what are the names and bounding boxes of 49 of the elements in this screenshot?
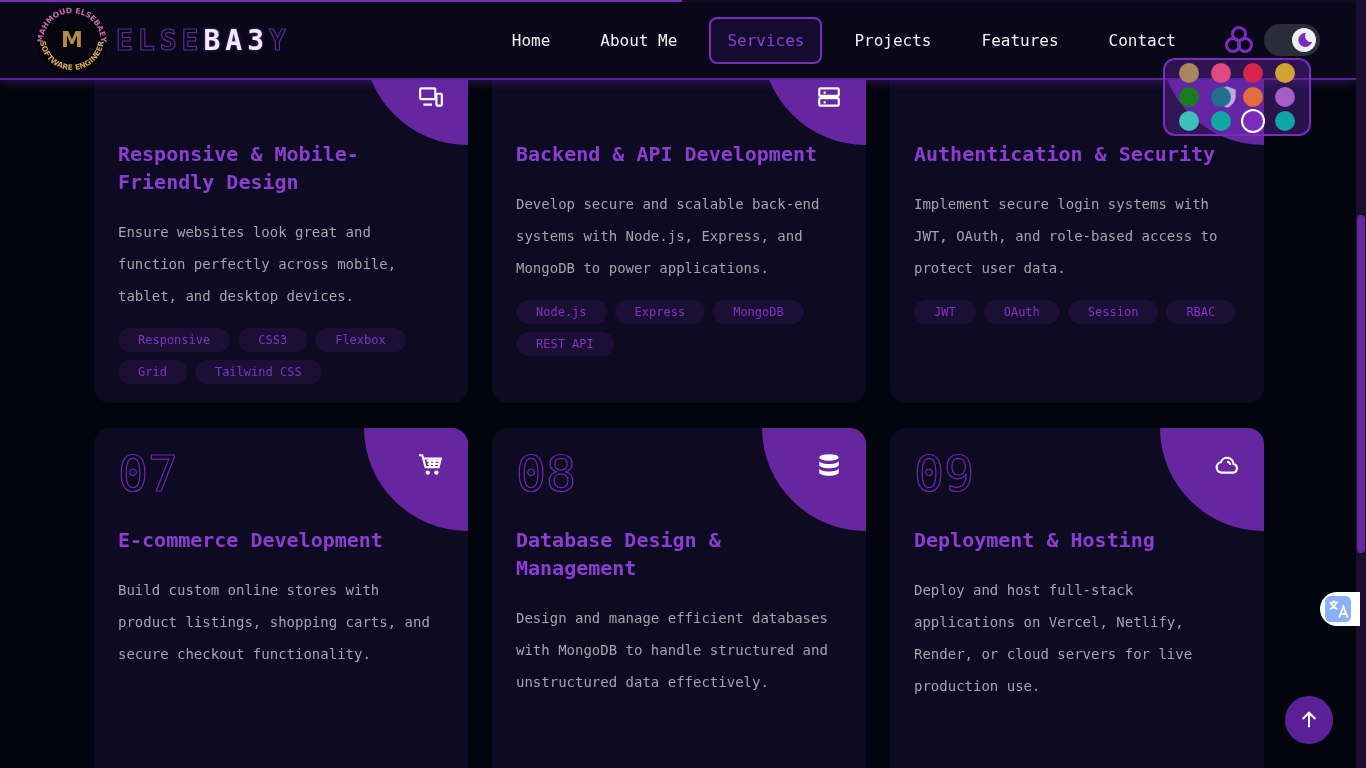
brand-text: BA3 xyxy=(203,23,269,57)
tech-tag: Node.js xyxy=(516,300,607,324)
tech-tag: Session xyxy=(1067,300,1159,324)
brand-text: ELSE xyxy=(116,23,204,57)
tech-tag: OAuth xyxy=(983,300,1060,324)
service-title: Authentication & Security xyxy=(914,141,1217,168)
service-description: Build custom online stores with product listings, shopping carts, and secure checkout functionality. xyxy=(118,581,431,664)
service-title: E-commerce Development xyxy=(118,527,384,554)
tech-tag: MongoDB xyxy=(713,300,804,324)
tech-tag: Tailwind CSS xyxy=(194,360,322,384)
service-description: Ensure websites look great and function perfectly across mobile, tablet, and desktop devices. xyxy=(118,223,398,306)
tech-tag: CSS3 xyxy=(238,328,308,352)
tech-tag: JWT xyxy=(914,300,976,324)
service-title: Database Design & Management xyxy=(516,527,722,582)
service-description: Develop secure and scalable back-end systems with Node.js, Express, and MongoDB to power applications. xyxy=(516,195,821,278)
devices-icon xyxy=(418,84,444,110)
brand-text: Y xyxy=(269,23,291,57)
service-number: 09 xyxy=(914,444,975,504)
server-icon xyxy=(816,84,842,110)
nav-link[interactable]: About Me xyxy=(582,16,696,64)
service-description: Implement secure login systems with JWT, OAuth, and role-based access to protect user data. xyxy=(914,195,1219,278)
nav-link[interactable]: Features xyxy=(963,16,1077,64)
scroll-to-top-button[interactable] xyxy=(1285,696,1333,744)
service-description: Design and manage efficient databases with MongoDB to handle structured and unstructured data effectively. xyxy=(516,609,829,692)
service-description: Deploy and host full-stack applications on Vercel, Netlify, Render, or cloud servers for live production use. xyxy=(914,581,1194,696)
service-title: Backend & API Development xyxy=(516,141,819,168)
nav-link[interactable]: Contact xyxy=(1090,16,1194,64)
service-number: 08 xyxy=(516,444,577,504)
theme-toggle[interactable] xyxy=(1264,24,1320,56)
service-title: Deployment & Hosting xyxy=(914,527,1156,554)
tech-tag: Responsive xyxy=(118,328,231,352)
service-title: Responsive & Mobile-Friendly Design xyxy=(118,141,360,196)
tech-tag: Flexbox xyxy=(315,328,406,352)
nav-link[interactable]: Projects xyxy=(836,16,950,64)
cart-icon xyxy=(418,452,444,478)
color-swatch[interactable] xyxy=(1275,111,1295,131)
tech-tag: REST API xyxy=(516,332,614,356)
translate-button[interactable] xyxy=(1320,592,1360,626)
moon-icon xyxy=(1292,28,1316,52)
service-number: 07 xyxy=(118,444,179,504)
color-swatch[interactable] xyxy=(1275,87,1295,107)
nav-link[interactable]: Home xyxy=(493,16,569,64)
tech-tag: RBAC xyxy=(1166,300,1236,324)
scrollbar-thumb[interactable] xyxy=(1357,215,1365,553)
database-icon xyxy=(816,452,842,478)
tech-tag: Express xyxy=(614,300,706,324)
tech-tag: Grid xyxy=(118,360,187,384)
translate-icon xyxy=(1325,596,1351,622)
palette-icon[interactable] xyxy=(1224,25,1254,55)
